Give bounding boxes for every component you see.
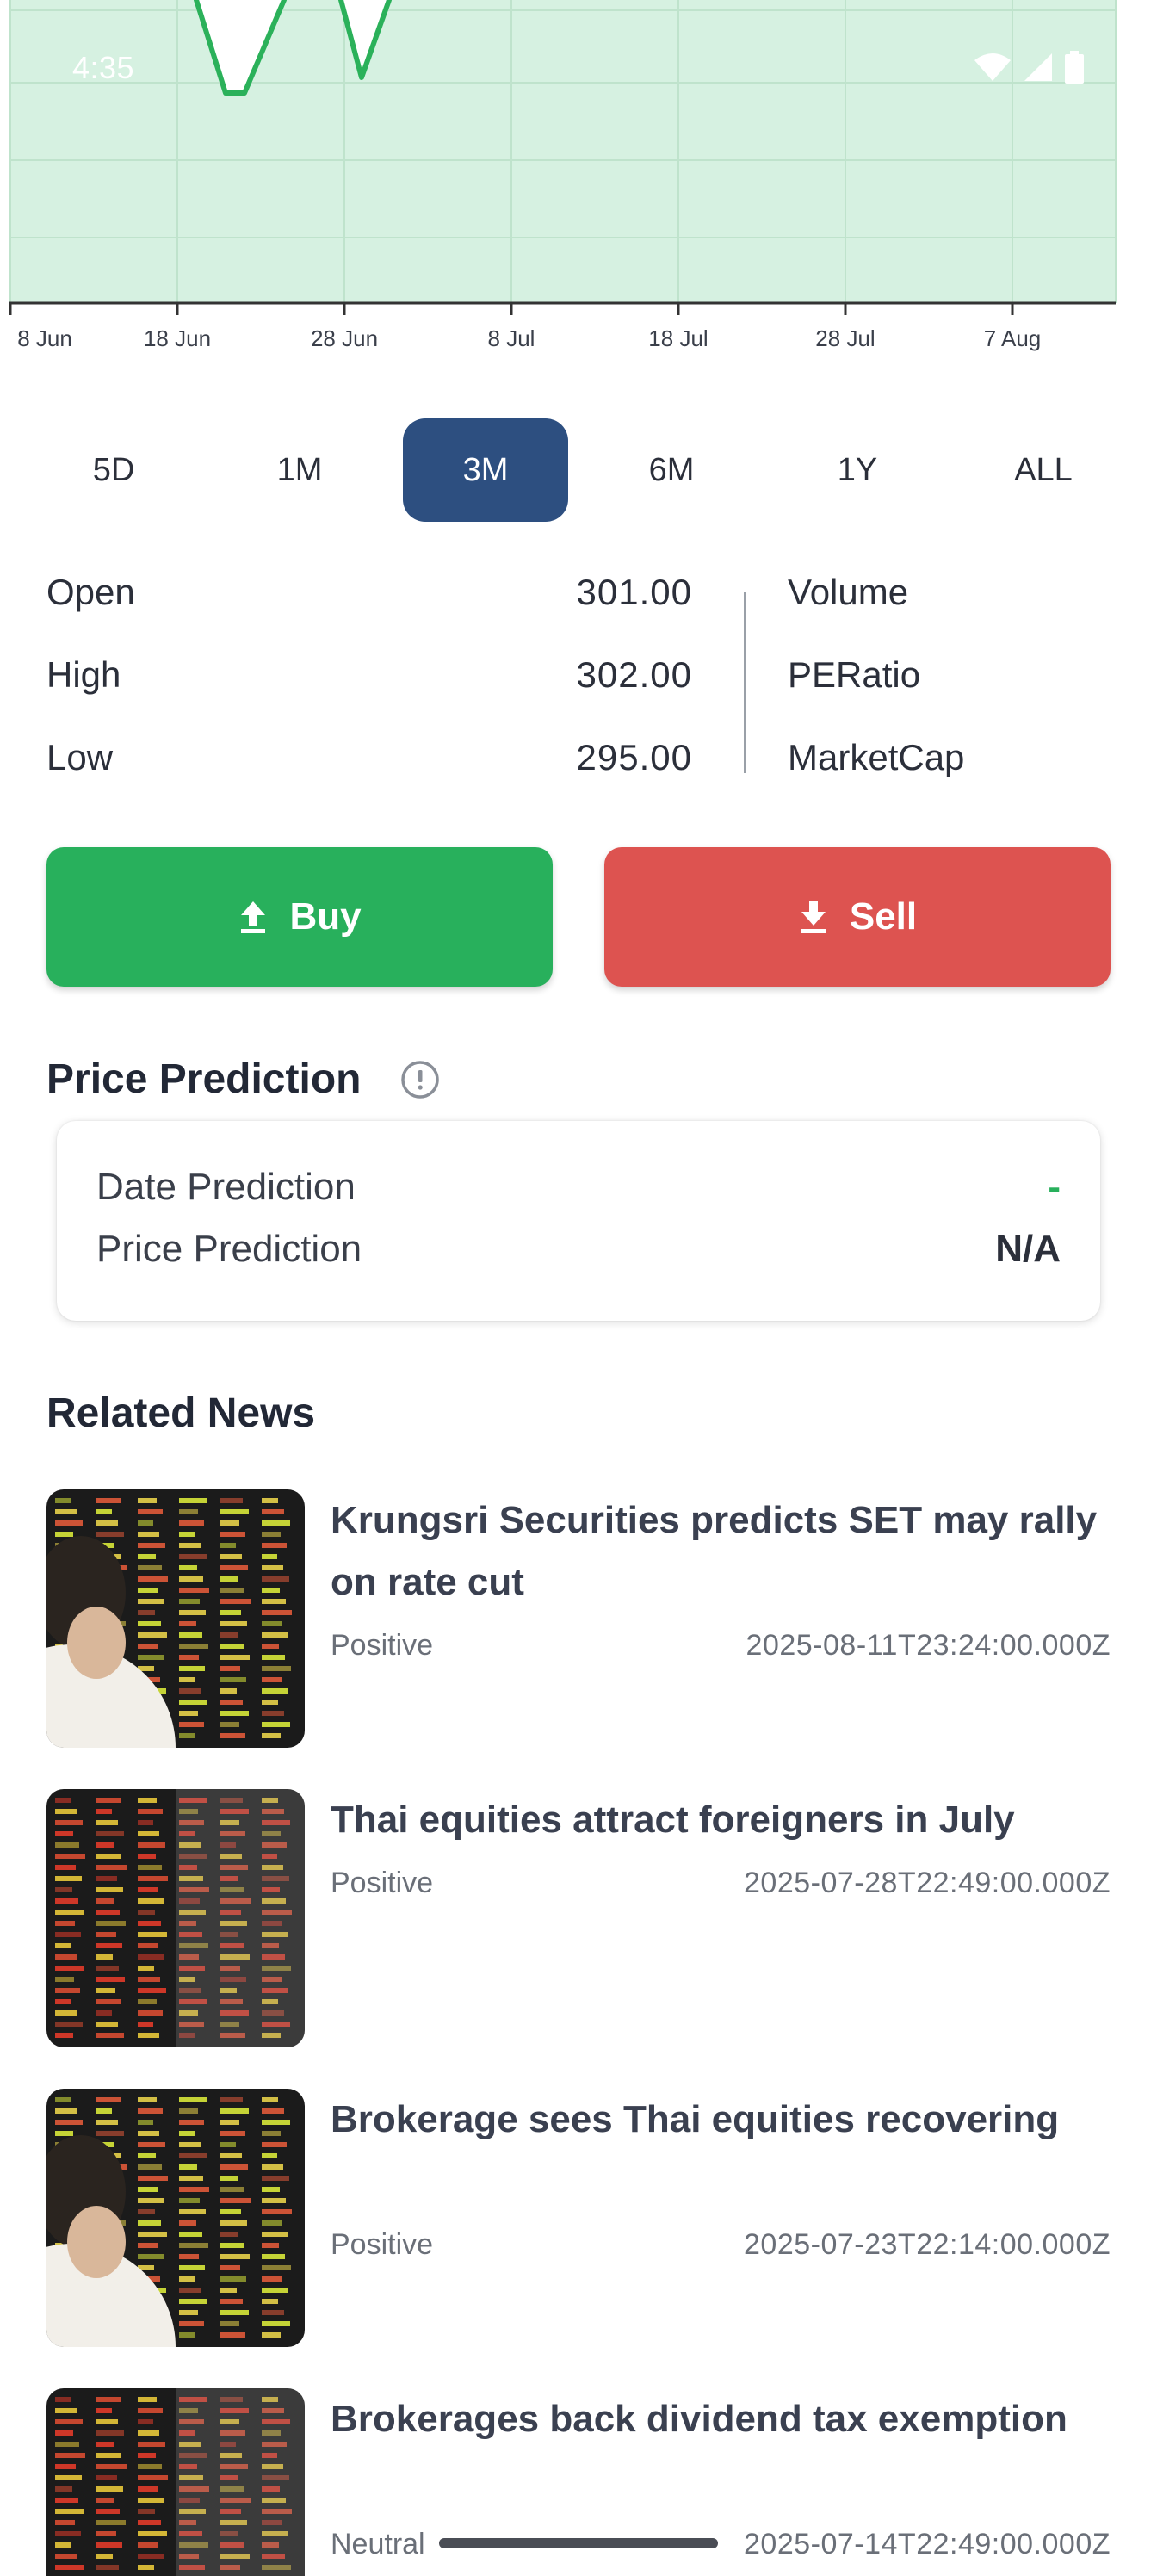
news-thumbnail	[46, 1789, 305, 2047]
x-axis-ticks	[9, 303, 1014, 315]
stat-low: Low 295.00	[46, 737, 692, 792]
news-date: 2025-07-14T22:49:00.000Z	[744, 2528, 1111, 2561]
price-prediction-value: N/A	[995, 1228, 1061, 1270]
stat-peratio-label: PERatio	[788, 654, 921, 695]
date-prediction-row: Date Prediction -	[96, 1166, 1061, 1214]
tab-3m[interactable]: 3M	[403, 418, 568, 522]
download-icon	[801, 901, 826, 933]
x-tick-label: 8 Jun	[17, 325, 72, 351]
price-prediction-title: Price Prediction	[46, 1056, 362, 1102]
news-date: 2025-07-28T22:49:00.000Z	[744, 1867, 1111, 1899]
news-thumbnail	[46, 2388, 305, 2576]
stat-open-label: Open	[46, 572, 135, 612]
chart-area-fill	[9, 0, 1116, 303]
range-tabs: 5D 1M 3M 6M 1Y ALL	[0, 418, 1157, 522]
x-tick-label: 18 Jun	[143, 325, 212, 351]
x-tick-label: 8 Jul	[487, 325, 535, 351]
news-item[interactable]: Brokerage sees Thai equities recovering …	[46, 2089, 1111, 2347]
stat-open: Open 301.00	[46, 572, 692, 627]
tab-5d[interactable]: 5D	[31, 418, 196, 522]
stats-panel: Open 301.00 High 302.00 Low 295.00 Volum…	[46, 572, 1111, 778]
buy-button[interactable]: Buy	[46, 847, 553, 987]
stat-low-label: Low	[46, 737, 114, 777]
stat-open-value: 301.00	[576, 572, 692, 612]
x-tick-label: 7 Aug	[983, 325, 1042, 351]
sell-button[interactable]: Sell	[604, 847, 1111, 987]
prediction-card: Date Prediction - Price Prediction N/A	[57, 1121, 1100, 1321]
news-item[interactable]: Thai equities attract foreigners in July…	[46, 1789, 1111, 2047]
status-time: 4:35	[72, 50, 135, 85]
news-item[interactable]: Krungsri Securities predicts SET may ral…	[46, 1489, 1111, 1748]
upload-icon	[241, 901, 266, 933]
price-prediction-label: Price Prediction	[96, 1228, 362, 1270]
date-prediction-value: -	[1048, 1166, 1061, 1208]
stat-volume-label: Volume	[788, 572, 909, 612]
trader-image	[46, 2089, 305, 2347]
news-sentiment: Positive	[331, 1629, 434, 1662]
news-title: Krungsri Securities predicts SET may ral…	[331, 1499, 1098, 1603]
tab-6m[interactable]: 6M	[589, 418, 754, 522]
stock-board-image	[46, 1789, 305, 2047]
date-prediction-label: Date Prediction	[96, 1166, 356, 1208]
stats-divider	[744, 592, 746, 773]
stat-marketcap-label: MarketCap	[788, 737, 965, 777]
wifi-icon	[974, 53, 1011, 81]
news-sentiment: Positive	[331, 2228, 434, 2261]
news-title: Brokerages back dividend tax exemption	[331, 2398, 1067, 2440]
x-tick-label: 18 Jul	[648, 325, 708, 351]
news-sentiment: Positive	[331, 1867, 434, 1899]
news-title: Brokerage sees Thai equities recovering	[331, 2098, 1060, 2140]
news-title: Thai equities attract foreigners in July	[331, 1799, 1015, 1841]
buy-button-label: Buy	[289, 895, 362, 938]
trader-image	[46, 1489, 305, 1748]
sell-button-label: Sell	[849, 895, 918, 938]
news-date: 2025-07-23T22:14:00.000Z	[744, 2228, 1111, 2261]
x-tick-label: 28 Jun	[310, 325, 379, 351]
home-indicator[interactable]	[439, 2538, 718, 2548]
news-thumbnail	[46, 2089, 305, 2347]
news-sentiment: Neutral	[331, 2528, 425, 2561]
stock-board-image	[46, 2388, 305, 2576]
news-thumbnail	[46, 1489, 305, 1748]
tab-all[interactable]: ALL	[961, 418, 1126, 522]
related-news-title: Related News	[46, 1390, 316, 1436]
tab-1y[interactable]: 1Y	[775, 418, 940, 522]
signal-icon	[1024, 53, 1052, 81]
stat-high-value: 302.00	[576, 654, 692, 695]
x-tick-label: 28 Jul	[815, 325, 875, 351]
stat-low-value: 295.00	[576, 737, 692, 777]
stat-high: High 302.00	[46, 654, 692, 709]
tab-1m[interactable]: 1M	[217, 418, 382, 522]
stat-high-label: High	[46, 654, 121, 695]
news-date: 2025-08-11T23:24:00.000Z	[746, 1629, 1111, 1662]
stock-detail-screen: 8 Jun 18 Jun 28 Jun 8 Jul 18 Jul 28 Jul 7 Aug …	[0, 0, 1157, 2576]
info-icon[interactable]	[399, 1059, 441, 1100]
battery-icon	[1065, 51, 1084, 84]
price-prediction-row: Price Prediction N/A	[96, 1228, 1061, 1276]
status-icons	[973, 50, 1085, 84]
